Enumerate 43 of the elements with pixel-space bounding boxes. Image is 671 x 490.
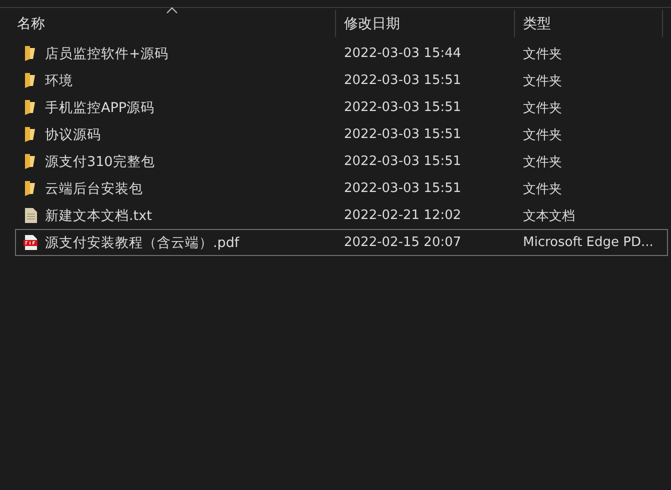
folder-icon bbox=[23, 180, 38, 197]
file-type: 文件夹 bbox=[523, 126, 562, 144]
file-type: 文件夹 bbox=[523, 154, 562, 170]
column-header[interactable]: 修改日期 bbox=[344, 14, 400, 32]
modified-date: 2022-02-21 12:02 bbox=[344, 208, 462, 223]
folder-icon bbox=[23, 153, 38, 170]
file-name[interactable]: 协议源码 bbox=[45, 126, 101, 144]
modified-date: 2022-03-03 15:51 bbox=[344, 73, 462, 88]
column-header[interactable]: 名称 bbox=[17, 14, 45, 32]
file-type: 文件夹 bbox=[523, 100, 562, 116]
file-type: 文件夹 bbox=[523, 72, 562, 90]
file-row[interactable]: 源支付310完整包 2022-03-03 15:51 文件夹 bbox=[15, 148, 668, 175]
file-name[interactable]: 源支付安装教程（含云端）.pdf bbox=[45, 234, 240, 252]
file-row[interactable]: 云端后台安装包 2022-03-03 15:51 文件夹 bbox=[15, 175, 668, 202]
file-row[interactable]: 新建文本文档.txt 2022-02-21 12:02 文本文档 bbox=[15, 202, 668, 229]
column-header[interactable]: 类型 bbox=[523, 14, 551, 32]
file-type: Microsoft Edge PD... bbox=[523, 235, 654, 250]
modified-date: 2022-03-03 15:51 bbox=[344, 154, 462, 169]
modified-date: 2022-03-03 15:51 bbox=[344, 100, 462, 115]
file-name[interactable]: 店员监控软件+源码 bbox=[45, 44, 168, 62]
file-row[interactable]: 手机监控APP源码 2022-03-03 15:51 文件夹 bbox=[15, 94, 668, 121]
file-row[interactable]: 协议源码 2022-03-03 15:51 文件夹 bbox=[15, 121, 668, 148]
file-type: 文件夹 bbox=[523, 46, 562, 62]
file-type: 文件夹 bbox=[523, 180, 562, 198]
file-name[interactable]: 环境 bbox=[45, 72, 73, 90]
file-row[interactable]: 源支付安装教程（含云端）.pdf 2022-02-15 20:07 Microsoft Edge PD... bbox=[15, 229, 668, 256]
file-type: 文本文档 bbox=[523, 208, 575, 224]
folder-icon bbox=[23, 45, 38, 62]
modified-date: 2022-02-15 20:07 bbox=[344, 235, 462, 250]
file-name[interactable]: 源支付310完整包 bbox=[45, 152, 155, 170]
file-name[interactable]: 云端后台安装包 bbox=[45, 180, 143, 198]
modified-date: 2022-03-03 15:44 bbox=[344, 46, 462, 61]
file-name[interactable]: 新建文本文档.txt bbox=[45, 206, 152, 224]
folder-icon bbox=[23, 72, 38, 89]
modified-date: 2022-03-03 15:51 bbox=[344, 181, 462, 196]
modified-date: 2022-03-03 15:51 bbox=[344, 127, 462, 142]
pdf-file-icon bbox=[23, 234, 38, 251]
folder-icon bbox=[23, 126, 38, 143]
folder-icon bbox=[23, 99, 38, 116]
text-file-icon bbox=[23, 207, 38, 224]
file-name[interactable]: 手机监控APP源码 bbox=[45, 98, 155, 116]
file-row[interactable]: 环境 2022-03-03 15:51 文件夹 bbox=[15, 67, 668, 94]
file-row[interactable]: 店员监控软件+源码 2022-03-03 15:44 文件夹 bbox=[15, 40, 668, 67]
